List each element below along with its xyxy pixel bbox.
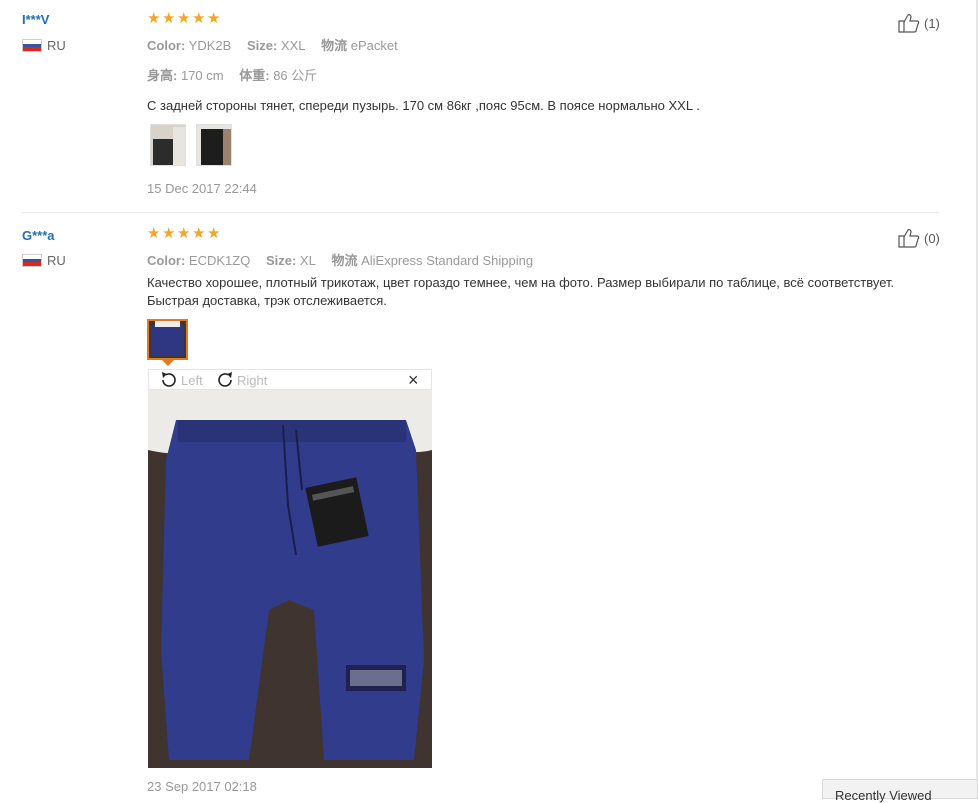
rotate-right-button[interactable]: Right (215, 371, 267, 389)
helpful-button[interactable]: (0) (898, 228, 940, 248)
recently-viewed-label: Recently Viewed (835, 788, 932, 803)
recently-viewed-tab[interactable]: Recently Viewed (822, 779, 978, 803)
attr-label: 物流 (331, 253, 358, 268)
attr-value: 86 公斤 (273, 68, 318, 83)
star-icon: ★ (192, 225, 206, 242)
star-icon: ★ (207, 225, 221, 242)
review-photo-thumbnail[interactable] (196, 124, 232, 166)
reviewer-country: RU (22, 253, 66, 268)
close-viewer-button[interactable]: × (408, 370, 419, 390)
attr-value: AliExpress Standard Shipping (361, 253, 534, 268)
helpful-count: (1) (924, 15, 940, 31)
star-icon: ★ (147, 10, 161, 27)
review-date: 15 Dec 2017 22:44 (147, 181, 257, 196)
star-icon: ★ (162, 225, 176, 242)
attr-label: 物流 (321, 38, 348, 53)
review-attributes: Color: YDK2B Size: XXL 物流 ePacket (147, 35, 410, 54)
star-icon: ★ (177, 10, 191, 27)
russia-flag-icon (22, 39, 42, 52)
country-code: RU (47, 38, 66, 53)
attr-label: Size: (265, 253, 297, 268)
russia-flag-icon (22, 254, 42, 267)
star-rating: ★ ★ ★ ★ ★ (147, 225, 221, 242)
photo-thumbnail-image (151, 125, 185, 165)
image-viewer-toolbar: Left Right × (148, 369, 432, 390)
attr-label: 体重: (239, 68, 270, 83)
star-icon: ★ (192, 10, 206, 27)
shorts-photo-image (148, 390, 432, 768)
rotate-left-icon (162, 372, 176, 387)
star-icon: ★ (177, 225, 191, 242)
attr-value: ePacket (350, 38, 398, 53)
review-text: Качество хорошее, плотный трикотаж, цвет… (147, 275, 895, 308)
attr-value: XXL (280, 38, 306, 53)
review-date: 23 Sep 2017 02:18 (147, 779, 257, 794)
thumbs-up-icon (898, 229, 920, 248)
attr-value: 170 cm (180, 68, 224, 83)
review-photo-large (148, 390, 432, 768)
reviewer-name[interactable]: I***V (22, 12, 49, 27)
star-icon: ★ (162, 10, 176, 27)
thumbs-up-icon (898, 14, 920, 33)
review-photo-thumbnail[interactable] (150, 124, 186, 166)
rotate-right-icon (218, 372, 232, 387)
review-text: С задней стороны тянет, спереди пузырь. … (147, 98, 700, 113)
attr-label: Color: (147, 38, 186, 53)
rotate-left-label: Left (181, 372, 203, 388)
photo-thumbnail-image (197, 125, 231, 165)
attr-value: ECDK1ZQ (188, 253, 251, 268)
attr-value: YDK2B (188, 38, 232, 53)
review-attributes: Color: ECDK1ZQ Size: XL 物流 AliExpress St… (147, 250, 545, 269)
photo-thumbnail-image (149, 321, 186, 358)
attr-label: 身高: (147, 68, 178, 83)
star-icon: ★ (207, 10, 221, 27)
review-photo-thumbnail-selected[interactable] (147, 319, 188, 360)
review-divider (22, 212, 939, 213)
selected-arrow-icon (161, 359, 175, 366)
attr-label: Color: (147, 253, 186, 268)
star-icon: ★ (147, 225, 161, 242)
reviewer-name[interactable]: G***a (22, 228, 55, 243)
reviewer-country: RU (22, 38, 66, 53)
rotate-right-label: Right (237, 372, 268, 388)
review-body-info: 身高: 170 cm 体重: 86 公斤 (147, 65, 329, 84)
attr-value: XL (299, 253, 316, 268)
helpful-button[interactable]: (1) (898, 13, 940, 33)
star-rating: ★ ★ ★ ★ ★ (147, 10, 221, 27)
helpful-count: (0) (924, 230, 940, 246)
country-code: RU (47, 253, 66, 268)
attr-label: Size: (246, 38, 278, 53)
rotate-left-button[interactable]: Left (159, 371, 203, 389)
